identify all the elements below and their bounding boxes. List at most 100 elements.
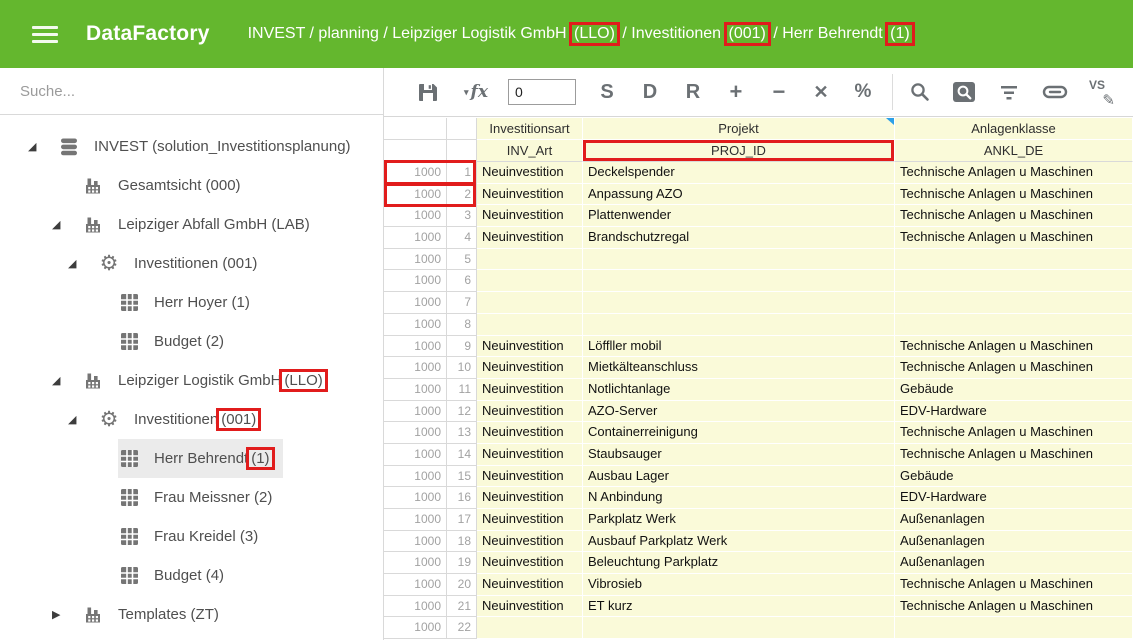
cell-proj-id[interactable] (583, 314, 895, 336)
cell-ankl-de[interactable]: Technische Anlagen u Maschinen (895, 444, 1133, 466)
row-header-id[interactable]: 1000 (384, 466, 447, 488)
row-header-number[interactable]: 15 (447, 466, 477, 488)
cell-inv-art[interactable]: Neuinvestition (477, 531, 583, 553)
row-header-number[interactable]: 16 (447, 487, 477, 509)
row-header-id[interactable]: 1000 (384, 336, 447, 358)
d-button[interactable]: D (637, 81, 663, 104)
cell-ankl-de[interactable]: Außenanlagen (895, 552, 1133, 574)
row-header-number[interactable]: 19 (447, 552, 477, 574)
value-input[interactable] (508, 79, 576, 105)
cell-ankl-de[interactable]: Gebäude (895, 379, 1133, 401)
column-field-inv_art[interactable]: INV_Art (477, 140, 583, 162)
cell-inv-art[interactable]: Neuinvestition (477, 379, 583, 401)
row-header-id[interactable]: 1000 (384, 249, 447, 271)
cell-proj-id[interactable]: N Anbindung (583, 487, 895, 509)
row-header-number[interactable]: 21 (447, 596, 477, 618)
row-header-number[interactable]: 22 (447, 617, 477, 639)
cell-inv-art[interactable]: Neuinvestition (477, 596, 583, 618)
row-header-number[interactable]: 13 (447, 422, 477, 444)
row-header-number[interactable]: 3 (447, 205, 477, 227)
collapse-arrow-icon[interactable]: ◢ (28, 140, 58, 153)
cell-proj-id[interactable]: Brandschutzregal (583, 227, 895, 249)
cell-ankl-de[interactable]: Außenanlagen (895, 509, 1133, 531)
cell-inv-art[interactable]: Neuinvestition (477, 184, 583, 206)
search-in-selection-icon[interactable] (949, 79, 979, 105)
cell-proj-id[interactable]: Anpassung AZO (583, 184, 895, 206)
column-title-ankl_de[interactable]: Anlagenklasse (895, 118, 1133, 140)
row-header-number[interactable]: 7 (447, 292, 477, 314)
cell-inv-art[interactable]: Neuinvestition (477, 162, 583, 184)
collapse-arrow-icon[interactable]: ◢ (68, 413, 98, 426)
cell-ankl-de[interactable]: EDV-Hardware (895, 401, 1133, 423)
row-header-id[interactable]: 1000 (384, 509, 447, 531)
cell-ankl-de[interactable] (895, 314, 1133, 336)
row-header-id[interactable]: 1000 (384, 531, 447, 553)
remove-row-button[interactable]: − (766, 79, 792, 105)
column-title-proj_id[interactable]: Projekt (583, 118, 895, 140)
row-header-id[interactable]: 1000 (384, 401, 447, 423)
cell-proj-id[interactable]: ET kurz (583, 596, 895, 618)
cell-proj-id[interactable]: Staubsauger (583, 444, 895, 466)
cell-ankl-de[interactable]: Technische Anlagen u Maschinen (895, 205, 1133, 227)
delete-button[interactable]: ✕ (808, 82, 834, 103)
row-header-id[interactable]: 1000 (384, 357, 447, 379)
row-header-id[interactable]: 1000 (384, 379, 447, 401)
column-field-ankl_de[interactable]: ANKL_DE (895, 140, 1133, 162)
cell-ankl-de[interactable]: Technische Anlagen u Maschinen (895, 184, 1133, 206)
percent-button[interactable]: % (850, 81, 876, 103)
cell-proj-id[interactable] (583, 617, 895, 639)
collapse-arrow-icon[interactable]: ◢ (52, 374, 82, 387)
row-header-id[interactable]: 1000 (384, 184, 447, 206)
row-header-id[interactable]: 1000 (384, 314, 447, 336)
tree-item-gesamtsicht-000-[interactable]: Gesamtsicht (000) (0, 166, 383, 205)
expand-arrow-icon[interactable]: ▶ (52, 608, 82, 621)
add-row-button[interactable]: + (723, 79, 749, 105)
tree-item-leipziger-abfall-gmbh-lab-[interactable]: ◢Leipziger Abfall GmbH (LAB) (0, 205, 383, 244)
cell-ankl-de[interactable]: Technische Anlagen u Maschinen (895, 227, 1133, 249)
cell-inv-art[interactable]: Neuinvestition (477, 552, 583, 574)
filter-icon[interactable] (994, 80, 1024, 104)
cell-inv-art[interactable]: Neuinvestition (477, 509, 583, 531)
row-header-id[interactable]: 1000 (384, 552, 447, 574)
row-header-number[interactable]: 10 (447, 357, 477, 379)
column-title-inv_art[interactable]: Investitionsart (477, 118, 583, 140)
cell-inv-art[interactable]: Neuinvestition (477, 357, 583, 379)
row-header-number[interactable]: 6 (447, 270, 477, 292)
cell-inv-art[interactable]: Neuinvestition (477, 466, 583, 488)
save-icon[interactable] (410, 80, 446, 104)
cell-proj-id[interactable]: Containerreinigung (583, 422, 895, 444)
row-header-id[interactable]: 1000 (384, 205, 447, 227)
search-input[interactable] (20, 83, 350, 100)
row-header-id[interactable]: 1000 (384, 162, 447, 184)
cell-proj-id[interactable]: Löffller mobil (583, 336, 895, 358)
cell-proj-id[interactable]: Beleuchtung Parkplatz (583, 552, 895, 574)
cell-proj-id[interactable]: Ausbauf Parkplatz Werk (583, 531, 895, 553)
row-header-number[interactable]: 14 (447, 444, 477, 466)
row-header-number[interactable]: 2 (447, 184, 477, 206)
row-header-id[interactable]: 1000 (384, 270, 447, 292)
cell-proj-id[interactable] (583, 292, 895, 314)
cell-ankl-de[interactable] (895, 249, 1133, 271)
row-header-number[interactable]: 17 (447, 509, 477, 531)
cell-inv-art[interactable]: Neuinvestition (477, 401, 583, 423)
cell-inv-art[interactable] (477, 270, 583, 292)
tree-item-budget-4-[interactable]: Budget (4) (0, 556, 383, 595)
cell-proj-id[interactable]: Parkplatz Werk (583, 509, 895, 531)
cell-ankl-de[interactable]: EDV-Hardware (895, 487, 1133, 509)
cell-ankl-de[interactable]: Gebäude (895, 466, 1133, 488)
row-header-id[interactable]: 1000 (384, 292, 447, 314)
row-header-number[interactable]: 4 (447, 227, 477, 249)
tree-item-frau-kreidel-3-[interactable]: Frau Kreidel (3) (0, 517, 383, 556)
cell-inv-art[interactable]: Neuinvestition (477, 444, 583, 466)
link-icon[interactable] (1038, 80, 1072, 104)
cell-inv-art[interactable]: Neuinvestition (477, 336, 583, 358)
row-header-id[interactable]: 1000 (384, 574, 447, 596)
cell-inv-art[interactable] (477, 314, 583, 336)
cell-inv-art[interactable]: Neuinvestition (477, 574, 583, 596)
row-header-id[interactable]: 1000 (384, 444, 447, 466)
row-header-number[interactable]: 20 (447, 574, 477, 596)
row-header-number[interactable]: 8 (447, 314, 477, 336)
row-header-number[interactable]: 9 (447, 336, 477, 358)
cell-inv-art[interactable] (477, 292, 583, 314)
tree-item-templates-zt-[interactable]: ▶Templates (ZT) (0, 595, 383, 634)
